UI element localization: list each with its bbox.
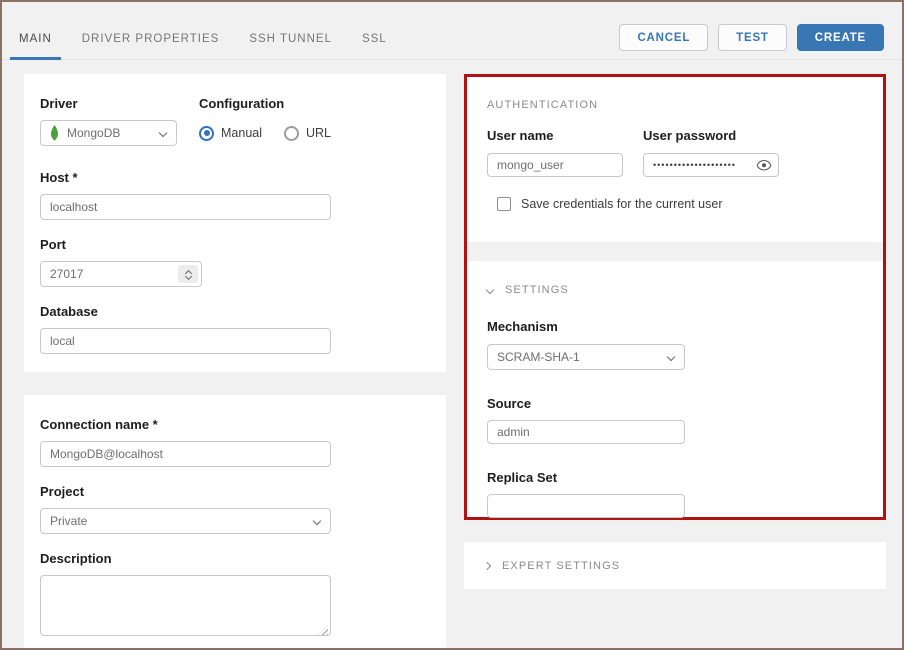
user-name-label: User name — [487, 128, 623, 143]
create-button[interactable]: CREATE — [797, 24, 884, 51]
driver-field-group: Driver MongoDB — [40, 96, 177, 146]
authentication-title: AUTHENTICATION — [487, 99, 863, 111]
configuration-radio-group: Manual URL — [199, 120, 331, 146]
connection-identity-card: Connection name * Project Private Descri… — [24, 395, 446, 648]
port-field-group: Port — [40, 237, 430, 287]
eye-icon[interactable] — [756, 159, 772, 172]
tab-ssl[interactable]: SSL — [353, 20, 396, 60]
description-textarea[interactable] — [40, 575, 331, 636]
expert-settings-title: EXPERT SETTINGS — [502, 560, 620, 572]
radio-url[interactable]: URL — [284, 126, 331, 141]
expert-settings-card: EXPERT SETTINGS — [464, 542, 886, 589]
settings-section: SETTINGS Mechanism SCRAM-SHA-1 Source Re… — [467, 261, 883, 518]
driver-select-value: MongoDB — [67, 126, 120, 140]
configuration-label: Configuration — [199, 96, 331, 111]
driver-select[interactable]: MongoDB — [40, 120, 177, 146]
host-label: Host * — [40, 170, 430, 185]
settings-collapser[interactable]: SETTINGS — [487, 284, 863, 296]
save-credentials-checkbox-row[interactable]: Save credentials for the current user — [497, 197, 863, 211]
mongodb-leaf-icon — [50, 125, 59, 141]
database-input[interactable] — [40, 328, 331, 354]
connection-settings-card: Driver MongoDB Configuration Manual — [24, 74, 446, 372]
connection-name-field-group: Connection name * — [40, 417, 430, 467]
host-input[interactable] — [40, 194, 331, 220]
radio-selected-icon — [199, 126, 214, 141]
cancel-button[interactable]: CANCEL — [619, 24, 708, 51]
radio-manual[interactable]: Manual — [199, 126, 262, 141]
database-field-group: Database — [40, 304, 430, 354]
configuration-field-group: Configuration Manual URL — [199, 96, 331, 153]
source-label: Source — [487, 396, 863, 411]
driver-label: Driver — [40, 96, 177, 111]
save-credentials-label: Save credentials for the current user — [521, 197, 723, 211]
dialog-header: MAIN DRIVER PROPERTIES SSH TUNNEL SSL CA… — [2, 2, 902, 60]
authentication-section: AUTHENTICATION User name User password — [467, 77, 883, 242]
tab-bar: MAIN DRIVER PROPERTIES SSH TUNNEL SSL — [10, 20, 408, 60]
database-label: Database — [40, 304, 430, 319]
description-field-group: Description — [40, 551, 430, 641]
stepper-down-icon — [184, 273, 191, 280]
connection-name-input[interactable] — [40, 441, 331, 467]
source-input[interactable] — [487, 420, 685, 444]
radio-manual-label: Manual — [221, 126, 262, 140]
mechanism-select[interactable]: SCRAM-SHA-1 — [487, 344, 685, 370]
mechanism-label: Mechanism — [487, 319, 863, 334]
chevron-down-icon — [159, 129, 167, 137]
chevron-down-icon — [486, 286, 494, 294]
chevron-down-icon — [667, 353, 675, 361]
connection-name-label: Connection name * — [40, 417, 430, 432]
section-divider — [467, 242, 883, 261]
replica-set-input[interactable] — [487, 494, 685, 518]
settings-title: SETTINGS — [505, 284, 569, 296]
header-actions: CANCEL TEST CREATE — [619, 24, 884, 51]
user-password-label: User password — [643, 128, 779, 143]
connection-dialog: MAIN DRIVER PROPERTIES SSH TUNNEL SSL CA… — [0, 0, 904, 650]
project-label: Project — [40, 484, 430, 499]
project-select[interactable]: Private — [40, 508, 331, 534]
user-name-input[interactable] — [487, 153, 623, 177]
authentication-highlight-panel: AUTHENTICATION User name User password — [464, 74, 886, 520]
radio-unselected-icon — [284, 126, 299, 141]
host-field-group: Host * — [40, 170, 430, 220]
user-password-field-group: User password — [643, 128, 779, 177]
chevron-down-icon — [313, 517, 321, 525]
user-name-field-group: User name — [487, 128, 623, 177]
description-label: Description — [40, 551, 430, 566]
replica-set-label: Replica Set — [487, 470, 863, 485]
chevron-right-icon — [483, 561, 491, 569]
expert-settings-collapser[interactable]: EXPERT SETTINGS — [484, 560, 620, 572]
test-button[interactable]: TEST — [718, 24, 787, 51]
port-stepper[interactable] — [178, 265, 198, 283]
radio-url-label: URL — [306, 126, 331, 140]
tab-ssh-tunnel[interactable]: SSH TUNNEL — [240, 20, 341, 60]
checkbox-unchecked-icon[interactable] — [497, 197, 511, 211]
tab-driver-properties[interactable]: DRIVER PROPERTIES — [73, 20, 229, 60]
project-select-value: Private — [50, 514, 87, 528]
mechanism-select-value: SCRAM-SHA-1 — [497, 350, 580, 364]
tab-main[interactable]: MAIN — [10, 20, 61, 60]
port-label: Port — [40, 237, 430, 252]
project-field-group: Project Private — [40, 484, 430, 534]
